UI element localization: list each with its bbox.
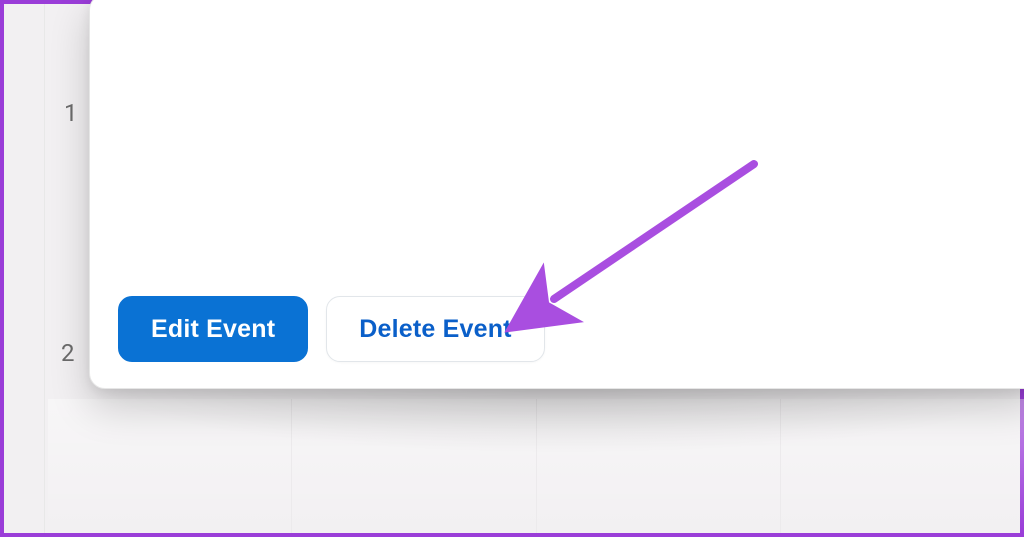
calendar-cell: [536, 399, 780, 533]
calendar-cell: [291, 399, 535, 533]
edit-event-button[interactable]: Edit Event: [118, 296, 308, 362]
modal-footer: Edit Event Delete Event: [118, 296, 545, 362]
calendar-grid: [48, 399, 1024, 533]
calendar-row-label-1: 1: [64, 99, 78, 127]
calendar-row-label-2: 2: [61, 339, 75, 367]
event-modal: Edit Event Delete Event: [89, 0, 1024, 389]
screenshot-frame: 1 2 Edit Event Delete Event: [0, 0, 1024, 537]
calendar-column-edge: [44, 4, 45, 533]
delete-event-button[interactable]: Delete Event: [326, 296, 544, 362]
calendar-cell: [48, 399, 291, 533]
calendar-cell: [780, 399, 1024, 533]
